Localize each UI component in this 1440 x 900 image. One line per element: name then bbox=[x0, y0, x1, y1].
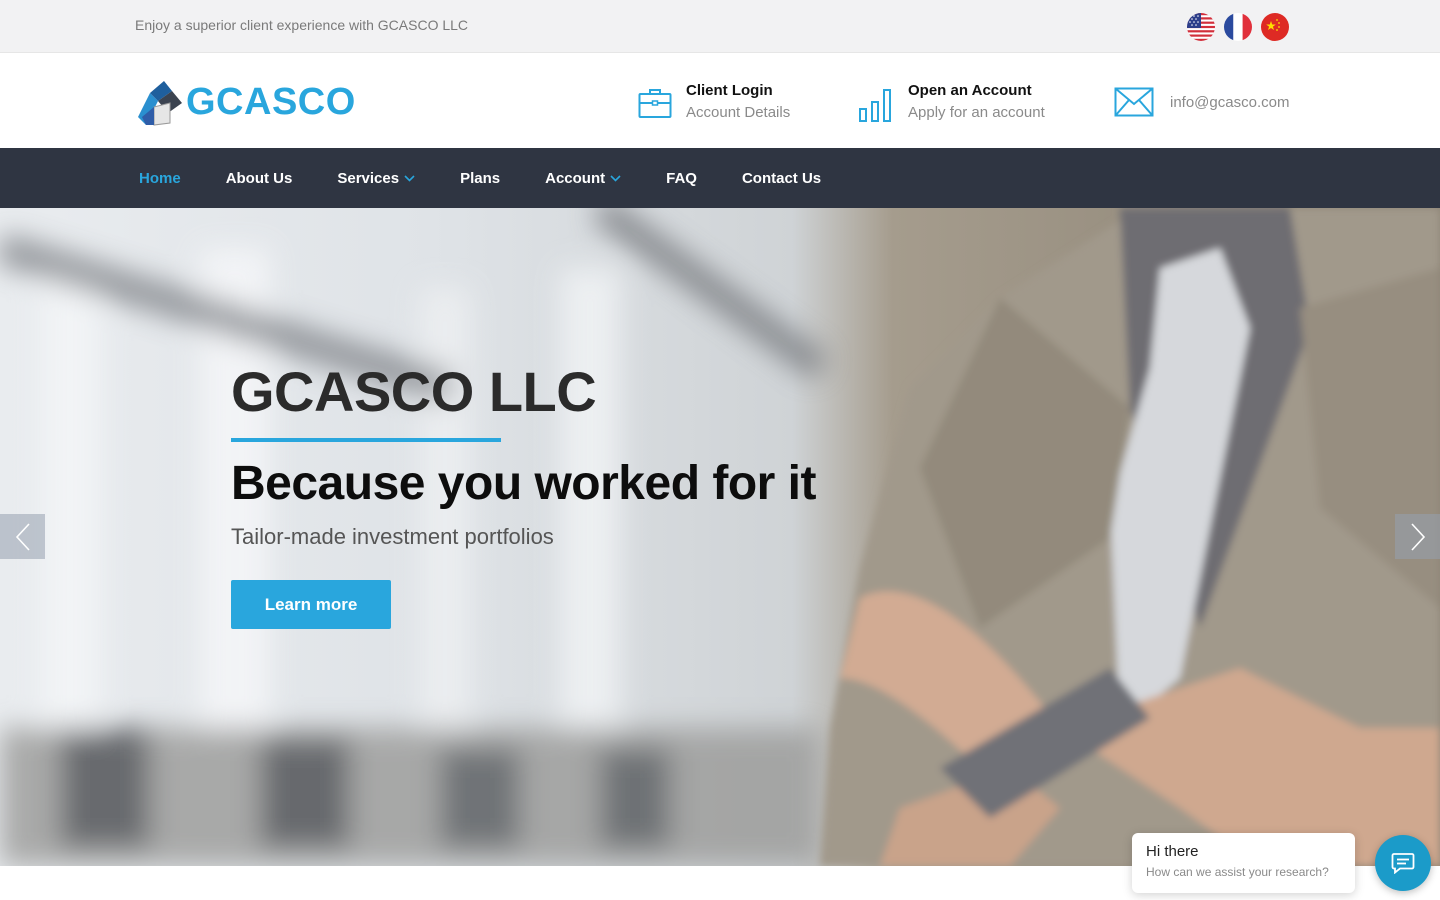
slider-next-button[interactable] bbox=[1395, 514, 1440, 559]
chat-greeting-bubble[interactable]: Hi there How can we assist your research… bbox=[1132, 833, 1355, 893]
hero-slider: GCASCO LLC Because you worked for it Tai… bbox=[0, 208, 1440, 866]
logo-text: GCASCO bbox=[186, 80, 356, 123]
nav-item-label: Account bbox=[545, 169, 606, 187]
nav-item-home[interactable]: Home bbox=[139, 170, 181, 187]
nav-item-label: Contact Us bbox=[741, 169, 822, 187]
learn-more-button[interactable]: Learn more bbox=[231, 580, 391, 629]
hero-subtitle: Because you worked for it bbox=[231, 457, 817, 510]
open-account-subtitle: Apply for an account bbox=[908, 104, 1045, 121]
hero-divider bbox=[231, 438, 501, 442]
hero-content: GCASCO LLC Because you worked for it Tai… bbox=[231, 360, 817, 629]
open-account-link[interactable]: Open an Account Apply for an account bbox=[858, 81, 1045, 125]
chat-icon bbox=[1391, 853, 1415, 874]
client-login-subtitle: Account Details bbox=[686, 104, 791, 121]
nav-item-faq[interactable]: FAQ bbox=[666, 170, 697, 187]
nav-item-about-us[interactable]: About Us bbox=[226, 170, 293, 187]
chevron-right-icon bbox=[1410, 522, 1425, 551]
chevron-left-icon bbox=[15, 522, 30, 551]
envelope-icon bbox=[1114, 87, 1154, 117]
open-account-title: Open an Account bbox=[908, 82, 1032, 99]
nav-item-contact-us[interactable]: Contact Us bbox=[742, 170, 821, 187]
chat-prompt: How can we assist your research? bbox=[1146, 865, 1329, 879]
chat-launcher-button[interactable] bbox=[1375, 835, 1431, 891]
briefcase-icon bbox=[638, 89, 672, 118]
client-login-title: Client Login bbox=[686, 82, 773, 99]
china-flag-icon[interactable] bbox=[1261, 13, 1289, 41]
chevron-down-icon bbox=[610, 174, 621, 182]
email-contact[interactable]: info@gcasco.com bbox=[1114, 87, 1289, 117]
main-nav: Home About Us Services Plans Account FAQ… bbox=[0, 148, 1440, 208]
us-flag-icon[interactable] bbox=[1187, 13, 1215, 41]
nav-item-label: Services bbox=[337, 169, 400, 187]
site-header: GCASCO Client Login Account Details Open… bbox=[0, 53, 1440, 148]
email-address: info@gcasco.com bbox=[1170, 93, 1290, 111]
nav-item-account[interactable]: Account bbox=[545, 170, 621, 187]
tagline: Enjoy a superior client experience with … bbox=[135, 17, 469, 33]
nav-item-label: About Us bbox=[225, 169, 293, 187]
nav-item-services[interactable]: Services bbox=[337, 170, 415, 187]
bar-chart-icon bbox=[859, 89, 891, 122]
hero-description: Tailor-made investment portfolios bbox=[231, 524, 554, 549]
top-bar: Enjoy a superior client experience with … bbox=[0, 0, 1440, 53]
chat-greeting: Hi there bbox=[1146, 843, 1199, 860]
hero-title: GCASCO LLC bbox=[231, 360, 597, 423]
france-flag-icon[interactable] bbox=[1224, 13, 1252, 41]
nav-item-label: FAQ bbox=[666, 169, 697, 187]
client-login-link[interactable]: Client Login Account Details bbox=[638, 81, 790, 125]
language-flags bbox=[1187, 13, 1289, 41]
nav-item-plans[interactable]: Plans bbox=[460, 170, 500, 187]
slider-prev-button[interactable] bbox=[0, 514, 45, 559]
chevron-down-icon bbox=[404, 174, 415, 182]
nav-item-label: Home bbox=[139, 169, 181, 187]
nav-item-label: Plans bbox=[460, 169, 501, 187]
logo-mark-icon bbox=[138, 81, 182, 126]
logo[interactable]: GCASCO bbox=[136, 77, 356, 127]
